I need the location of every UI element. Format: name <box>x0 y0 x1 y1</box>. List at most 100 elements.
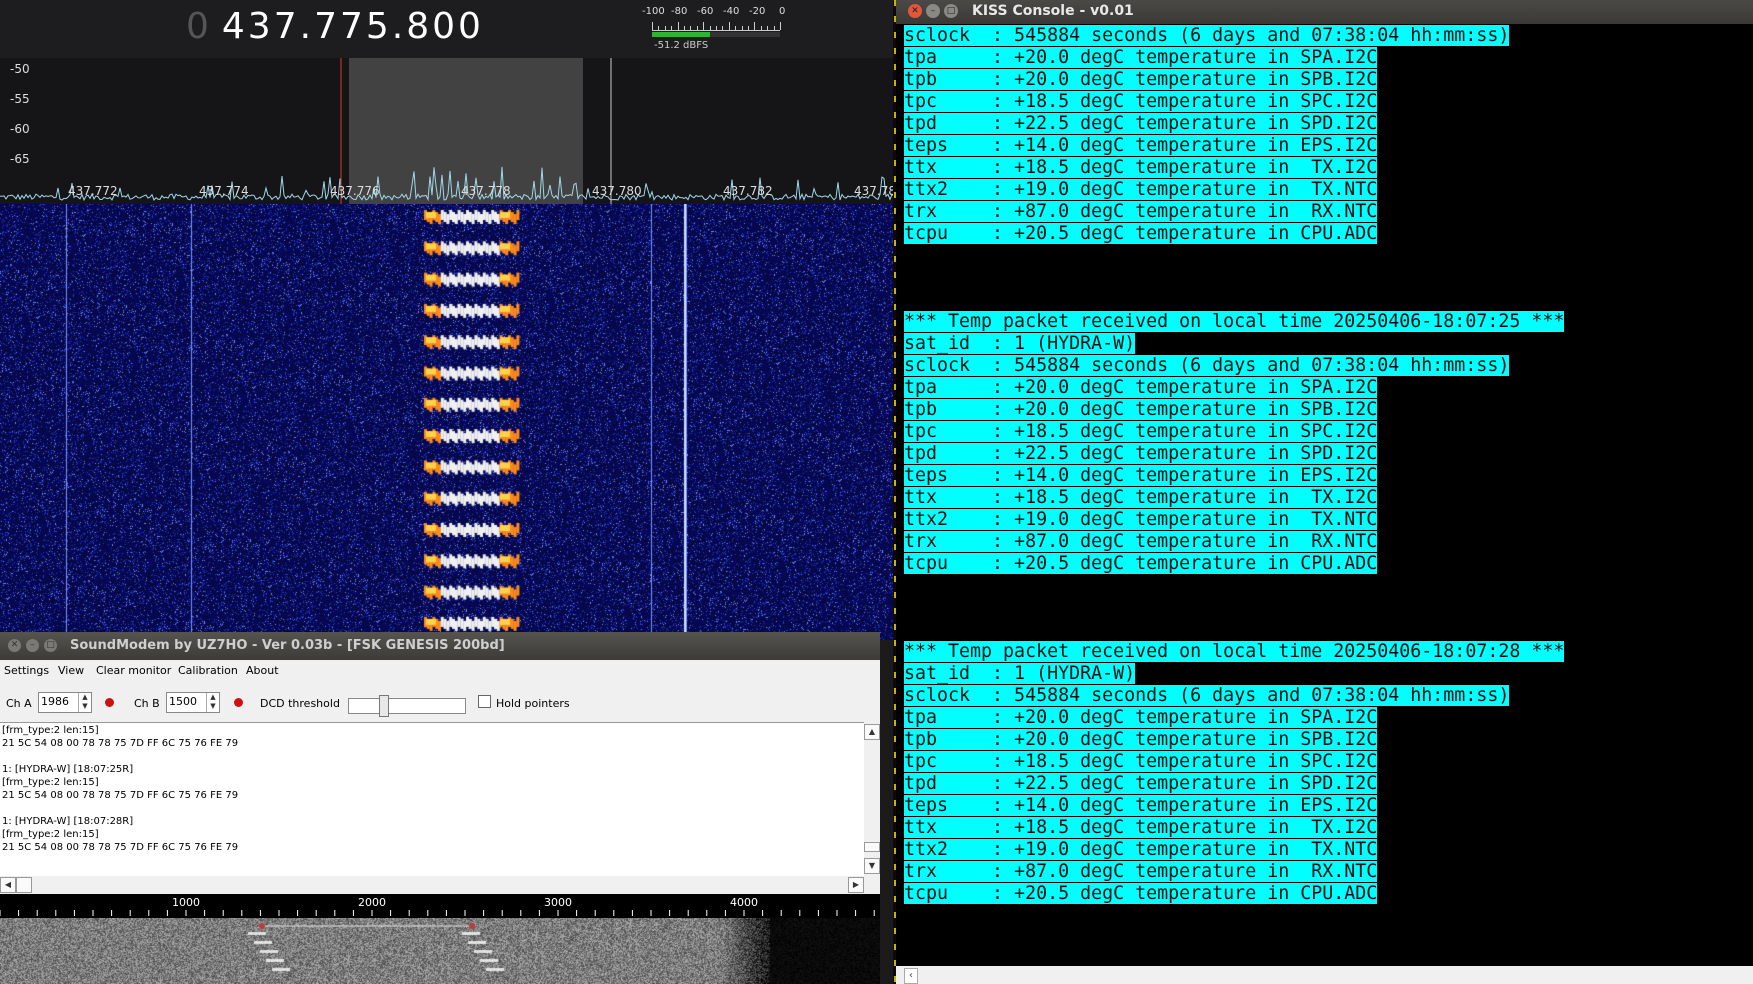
console-line: trx : +87.0 degC temperature in RX.NTC <box>904 861 1378 882</box>
menu-clear-monitor[interactable]: Clear monitor <box>96 664 171 677</box>
monitor-horizontal-scrollbar[interactable]: ◀ ▶ <box>0 876 864 894</box>
scroll-thumb[interactable] <box>16 877 32 893</box>
meter-tick <box>767 26 769 30</box>
meter-fill <box>652 32 710 37</box>
freq-tick: 437.774 <box>199 184 249 198</box>
monitor-vertical-scrollbar[interactable]: ▲ ▼ <box>864 722 880 876</box>
console-line-text: trx : +87.0 degC temperature in RX.NTC <box>904 531 1378 552</box>
freq-tick: 437.782 <box>723 184 773 198</box>
meter-tick <box>652 22 653 30</box>
monitor-text-area[interactable]: [frm_type:2 len:15] 21 5C 54 08 00 78 78… <box>0 722 864 877</box>
console-output[interactable]: sclock : 545884 seconds (6 days and 07:3… <box>900 25 1753 973</box>
audio-waterfall[interactable] <box>0 918 880 984</box>
console-line: tpb : +20.0 degC temperature in SPB.I2C <box>904 399 1378 420</box>
soundmodem-window: ✕ – □ SoundModem by UZ7HO - Ver 0.03b - … <box>0 632 880 984</box>
db-label: -50 <box>10 62 30 76</box>
dcd-threshold-slider[interactable] <box>348 695 466 717</box>
cha-frequency-stepper[interactable]: ▲▼ <box>38 692 92 713</box>
ruler-label: 3000 <box>544 896 572 909</box>
console-line-text: tpa : +20.0 degC temperature in SPA.I2C <box>904 377 1378 398</box>
maximize-icon[interactable]: □ <box>944 4 958 18</box>
console-line: sat_id : 1 (HYDRA-W) <box>904 333 1136 354</box>
audio-frequency-ruler: 1000 2000 3000 4000 <box>0 894 880 918</box>
console-line: ttx : +18.5 degC temperature in TX.I2C <box>904 487 1378 508</box>
console-line-text: tpd : +22.5 degC temperature in SPD.I2C <box>904 773 1378 794</box>
ruler-label: 1000 <box>172 896 200 909</box>
sdr-receiver-panel: 0 437.775.800 -100 -80 -60 -40 -20 0 -51.… <box>0 0 894 640</box>
cha-frequency-input[interactable] <box>41 694 75 709</box>
console-line: *** Temp packet received on local time 2… <box>904 641 1565 662</box>
console-line-text: ttx : +18.5 degC temperature in TX.I2C <box>904 817 1378 838</box>
menu-settings[interactable]: Settings <box>4 664 49 677</box>
dcd-threshold-label: DCD threshold <box>260 697 340 710</box>
monitor-line: [frm_type:2 len:15] <box>2 777 99 788</box>
stepper-arrows-icon[interactable]: ▲ ▼ <box>206 693 219 712</box>
console-line-text: tpb : +20.0 degC temperature in SPB.I2C <box>904 399 1378 420</box>
console-line: tpd : +22.5 degC temperature in SPD.I2C <box>904 443 1378 464</box>
signal-meter: -100 -80 -60 -40 -20 0 -51.2 dBFS <box>642 6 785 51</box>
menu-calibration[interactable]: Calibration <box>178 664 238 677</box>
meter-tick <box>690 26 692 30</box>
console-line-text: teps : +14.0 degC temperature in EPS.I2C <box>904 795 1378 816</box>
meter-tick <box>664 26 666 30</box>
console-titlebar: ✕ – □ KISS Console - v0.01 <box>896 0 1753 24</box>
console-title: KISS Console - v0.01 <box>972 3 1134 19</box>
console-line: sclock : 545884 seconds (6 days and 07:3… <box>904 25 1510 46</box>
scroll-thumb[interactable] <box>864 842 880 852</box>
scroll-left-icon[interactable]: ◀ <box>0 877 16 893</box>
meter-tick <box>735 26 737 30</box>
console-line-text: ttx : +18.5 degC temperature in TX.I2C <box>904 157 1378 178</box>
console-line-text: teps : +14.0 degC temperature in EPS.I2C <box>904 465 1378 486</box>
spectrum-plot[interactable]: -50 -55 -60 -65 437.772 437.774 437.776 … <box>0 58 894 204</box>
console-line-text: tcpu : +20.5 degC temperature in CPU.ADC <box>904 553 1378 574</box>
scroll-right-icon[interactable]: ▶ <box>848 877 864 893</box>
meter-tick <box>703 22 705 30</box>
console-line-text: tpc : +18.5 degC temperature in SPC.I2C <box>904 421 1378 442</box>
minimize-icon[interactable]: – <box>26 639 39 652</box>
console-horizontal-scrollbar[interactable]: ‹ <box>896 966 1753 984</box>
close-icon[interactable]: ✕ <box>8 639 21 652</box>
chb-frequency-input[interactable] <box>169 694 203 709</box>
frequency-display[interactable]: 0 437.775.800 <box>186 6 484 47</box>
console-line-text: sclock : 545884 seconds (6 days and 07:3… <box>904 355 1510 376</box>
meter-tick <box>780 22 781 30</box>
console-line: tcpu : +20.5 degC temperature in CPU.ADC <box>904 223 1378 244</box>
console-line: ttx2 : +19.0 degC temperature in TX.NTC <box>904 509 1378 530</box>
freq-tick: 437.784 <box>854 184 894 198</box>
console-line: teps : +14.0 degC temperature in EPS.I2C <box>904 465 1378 486</box>
console-line: tpc : +18.5 degC temperature in SPC.I2C <box>904 421 1378 442</box>
slider-thumb[interactable] <box>379 695 389 717</box>
meter-tick <box>728 22 730 30</box>
close-icon[interactable]: ✕ <box>908 4 922 18</box>
soundmodem-menubar: Settings View Clear monitor Calibration … <box>0 660 880 682</box>
db-label: -65 <box>10 152 30 166</box>
meter-tick <box>754 22 756 30</box>
scroll-left-icon[interactable]: ‹ <box>904 968 918 984</box>
console-line-text: *** Temp packet received on local time 2… <box>904 641 1565 662</box>
freq-tick: 437.780 <box>592 184 642 198</box>
scroll-down-icon[interactable]: ▼ <box>864 858 880 874</box>
stepper-arrows-icon[interactable]: ▲ ▼ <box>78 693 91 712</box>
scroll-up-icon[interactable]: ▲ <box>864 724 880 740</box>
chb-frequency-stepper[interactable]: ▲▼ <box>166 692 220 713</box>
menu-about[interactable]: About <box>246 664 279 677</box>
minimize-icon[interactable]: – <box>926 4 940 18</box>
monitor-line: 21 5C 54 08 00 78 78 75 7D FF 6C 75 76 F… <box>2 790 239 801</box>
console-line-text: trx : +87.0 degC temperature in RX.NTC <box>904 861 1378 882</box>
meter-label: -80 <box>671 6 688 17</box>
console-line-text: tcpu : +20.5 degC temperature in CPU.ADC <box>904 883 1378 904</box>
db-label: -60 <box>10 122 30 136</box>
menu-view[interactable]: View <box>58 664 84 677</box>
console-line-text: tpc : +18.5 degC temperature in SPC.I2C <box>904 91 1378 112</box>
console-line: teps : +14.0 degC temperature in EPS.I2C <box>904 135 1378 156</box>
meter-tick <box>716 26 717 30</box>
meter-ticks <box>652 20 781 31</box>
maximize-icon[interactable]: □ <box>44 639 57 652</box>
monitor-line: 1: [HYDRA-W] [18:07:25R] <box>2 764 134 775</box>
console-line: trx : +87.0 degC temperature in RX.NTC <box>904 201 1378 222</box>
hold-pointers-checkbox[interactable] <box>478 695 491 708</box>
console-line-text: tpd : +22.5 degC temperature in SPD.I2C <box>904 443 1378 464</box>
soundmodem-title: SoundModem by UZ7HO - Ver 0.03b - [FSK G… <box>70 638 505 653</box>
waterfall-display[interactable] <box>0 204 894 640</box>
kiss-console-window: ✕ – □ KISS Console - v0.01 sclock : 5458… <box>896 0 1753 984</box>
